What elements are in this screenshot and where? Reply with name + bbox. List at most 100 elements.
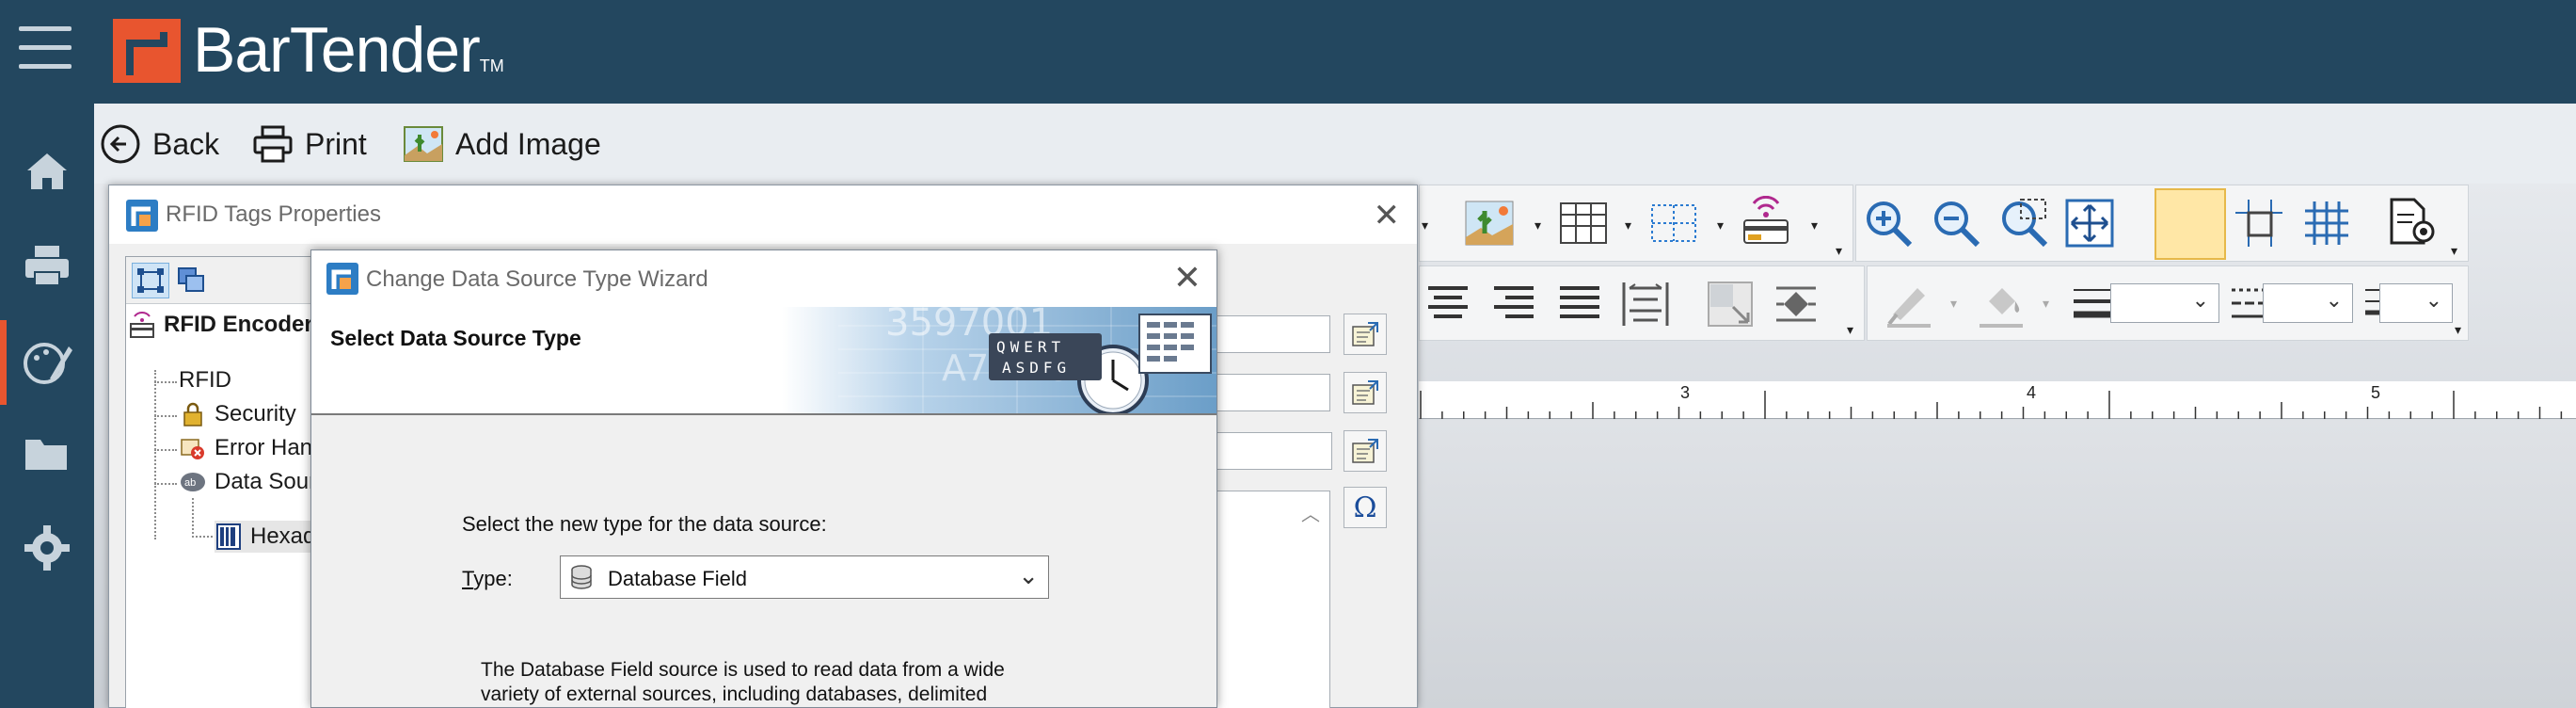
rfid-text-field-3[interactable] — [1210, 432, 1332, 470]
dropdown-arrow-icon[interactable]: ▾ — [1950, 297, 1964, 310]
align-right-icon[interactable] — [1486, 276, 1542, 332]
folder-icon[interactable] — [17, 424, 77, 484]
justify-icon[interactable] — [1551, 276, 1608, 332]
wizard-titlebar[interactable]: Change Data Source Type Wizard ✕ — [311, 250, 1216, 307]
ruler-label-4: 4 — [2027, 383, 2037, 402]
tree-item-data-source[interactable]: ab Data Sourc — [179, 466, 327, 498]
toolbar-overflow-icon[interactable]: ▾ — [1836, 244, 1849, 257]
fit-to-window-icon[interactable] — [2061, 195, 2118, 251]
fit-width-icon[interactable] — [1617, 276, 1674, 332]
lock-icon — [183, 402, 202, 426]
zoom-out-icon[interactable] — [1928, 195, 1984, 251]
wizard-header: Select Data Source Type 3597001 A7-118 — [311, 307, 1216, 415]
tree-item-error-handling[interactable]: Error Hand — [179, 432, 325, 464]
change-data-source-wizard: Change Data Source Type Wizard ✕ Select … — [310, 249, 1217, 708]
left-sidebar — [0, 104, 94, 708]
bartender-logo-icon — [113, 19, 181, 83]
omega-icon: Ω — [1353, 491, 1377, 524]
type-description: The Database Field source is used to rea… — [481, 659, 1005, 705]
keyboard-row-2: ASDFG — [1002, 359, 1071, 377]
dropdown-arrow-icon[interactable]: ▾ — [1625, 218, 1638, 232]
dropdown-arrow-icon[interactable]: ▾ — [1534, 218, 1548, 232]
anchor-icon[interactable] — [1768, 276, 1824, 332]
dropdown-arrow-icon[interactable]: ▾ — [1811, 218, 1824, 232]
brand-name: BarTenderTM — [193, 14, 504, 86]
bartender-app-icon — [326, 263, 358, 295]
add-image-label: Add Image — [455, 126, 601, 161]
tree-line — [154, 370, 156, 539]
ruler-ticks — [1420, 391, 2563, 419]
line-weight-select[interactable] — [2110, 283, 2219, 323]
toolbar-overflow-icon[interactable]: ▾ — [1847, 323, 1860, 336]
zoom-selection-icon[interactable] — [1996, 195, 2052, 251]
rfid-multiline-field[interactable]: ︿ — [1210, 491, 1330, 708]
toolbar-overflow-icon[interactable]: ▾ — [2451, 244, 2464, 257]
select-objects-icon[interactable] — [132, 263, 169, 298]
browse-button-2[interactable] — [1344, 372, 1387, 413]
trademark: TM — [479, 56, 504, 75]
tree-line — [154, 415, 177, 417]
document-settings-icon[interactable] — [2383, 193, 2440, 249]
snap-guides-icon[interactable] — [2231, 195, 2287, 251]
type-label: Type: — [462, 567, 513, 590]
menu-icon[interactable] — [19, 26, 72, 70]
picture-tool-icon[interactable] — [1461, 195, 1518, 251]
line-color-icon[interactable] — [1881, 274, 1937, 330]
hex-data-icon — [216, 523, 241, 550]
dropdown-arrow-icon[interactable]: ▾ — [1717, 218, 1730, 232]
dropdown-arrow-icon[interactable]: ▾ — [1422, 218, 1435, 232]
wizard-heading: Select Data Source Type — [330, 326, 581, 350]
tree-item-label: Error Hand — [215, 435, 326, 460]
browse-button-3[interactable] — [1344, 430, 1387, 472]
toolbar-overflow-icon[interactable]: ▾ — [2455, 323, 2468, 336]
close-icon[interactable]: ✕ — [1173, 258, 1201, 298]
rfid-tool-icon[interactable] — [1738, 193, 1794, 249]
add-image-button[interactable]: Add Image — [403, 121, 601, 168]
back-arrow-icon — [101, 124, 140, 164]
object-toolbar: ▾ ▾ ▾ ▾ ▾ ▾ — [1419, 185, 1853, 262]
back-label: Back — [152, 126, 220, 161]
ruler-label-3: 3 — [1680, 383, 1691, 402]
fill-color-icon[interactable] — [1973, 274, 2029, 330]
back-button[interactable]: Back — [100, 121, 219, 168]
insert-character-button[interactable]: Ω — [1344, 487, 1387, 528]
tree-line — [154, 449, 177, 451]
print-label: Print — [305, 126, 367, 161]
error-icon — [181, 439, 204, 459]
line-style-select[interactable] — [2263, 283, 2353, 323]
design-surface[interactable] — [1419, 420, 2576, 708]
browse-icon — [1352, 439, 1378, 463]
zoom-in-icon[interactable] — [1860, 195, 1916, 251]
data-sources-icon[interactable] — [173, 263, 211, 298]
chevron-down-icon: ⌄ — [1018, 561, 1039, 589]
grid-icon[interactable] — [2298, 195, 2355, 251]
svg-text:ab: ab — [184, 477, 196, 489]
close-icon[interactable]: ✕ — [1374, 197, 1401, 234]
bartender-app-icon — [126, 200, 158, 232]
dropdown-arrow-icon[interactable]: ▾ — [2043, 297, 2056, 310]
tree-item-rfid[interactable]: RFID — [179, 364, 231, 396]
data-source-icon: ab — [181, 473, 205, 491]
format-toolbar: ▾ ▾ ▾ — [1867, 266, 2469, 341]
browse-button-1[interactable] — [1344, 314, 1387, 355]
tree-item-rfid-encoder[interactable]: RFID Encoder — [128, 309, 313, 341]
rulers-toggle-active — [2155, 188, 2226, 260]
align-center-icon[interactable] — [1420, 276, 1476, 332]
rfid-text-field-2[interactable] — [1210, 374, 1330, 411]
tree-line — [154, 483, 177, 485]
rfid-text-field-1[interactable] — [1210, 315, 1330, 353]
border-style-select[interactable] — [2379, 283, 2453, 323]
tree-item-security[interactable]: Security — [179, 398, 296, 430]
shrink-to-fit-icon[interactable] — [1702, 276, 1758, 332]
table-tool-icon[interactable] — [1555, 195, 1612, 251]
rfid-dialog-titlebar[interactable]: RFID Tags Properties ✕ — [109, 185, 1417, 244]
type-select[interactable]: Database Field ⌄ — [560, 555, 1049, 599]
scroll-up-icon[interactable]: ︿ — [1301, 499, 1320, 526]
app-header: BarTenderTM — [0, 0, 2576, 104]
home-icon[interactable] — [17, 141, 77, 201]
grid-tool-icon[interactable] — [1646, 195, 1702, 251]
printer-icon[interactable] — [17, 235, 77, 296]
print-button[interactable]: Print — [252, 121, 367, 168]
design-icon[interactable] — [17, 332, 77, 393]
gear-icon[interactable] — [17, 518, 77, 578]
